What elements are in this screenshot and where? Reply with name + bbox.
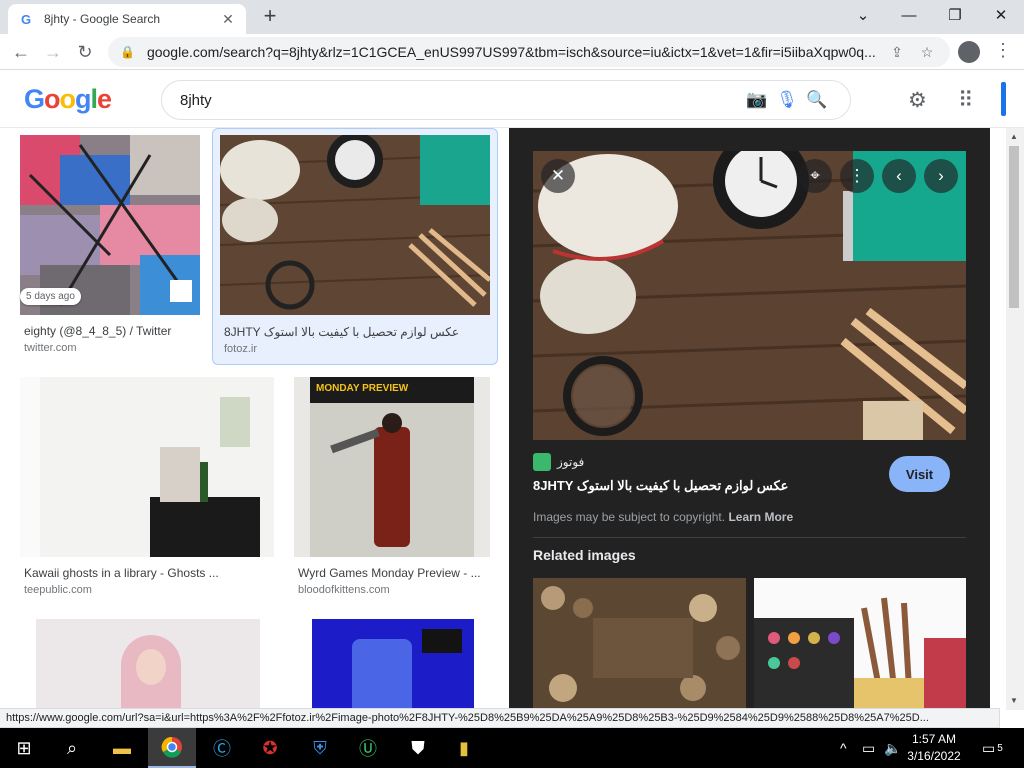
result-caption[interactable]: 8JHTY عکس لوازم تحصیل با کیفیت بالا استو… — [224, 325, 490, 339]
new-tab-icon[interactable]: + — [258, 5, 282, 29]
clock-time: 1:57 AM — [911, 732, 957, 746]
chrome-icon[interactable] — [148, 728, 196, 768]
learn-more-link[interactable]: Learn More — [728, 510, 793, 524]
update-app-icon[interactable]: Ⓤ — [344, 728, 392, 768]
google-logo[interactable]: Google — [24, 84, 112, 115]
windows-start-icon[interactable]: ⊞ — [0, 728, 48, 768]
minimize-icon[interactable]: — — [886, 0, 932, 30]
preview-title[interactable]: 8JHTY عکس لوازم تحصیل با کیفیت بالا استو… — [533, 478, 788, 494]
clock-date: 3/16/2022 — [907, 749, 961, 763]
result-source[interactable]: twitter.com — [24, 342, 77, 354]
result-card[interactable]: MONDAY PREVIEW Wyrd Games Monday Preview… — [292, 374, 498, 600]
image-preview-panel: ✕ ⌖ ⋮ ‹ › فوتوز 8JHTY عکس لوازم تحصیل با… — [509, 128, 990, 710]
close-window-icon[interactable]: ✕ — [978, 0, 1024, 30]
chrome-favicon: G — [20, 11, 32, 27]
forward-icon[interactable]: → — [40, 39, 66, 65]
next-image-icon[interactable]: › — [924, 159, 958, 193]
notifications-icon[interactable]: ▭ 5 — [982, 728, 1003, 768]
more-options-icon[interactable]: ⋮ — [840, 159, 874, 193]
mic-icon[interactable]: 🎙 — [772, 90, 802, 110]
scroll-thumb[interactable] — [1009, 146, 1019, 308]
visit-button[interactable]: Visit — [889, 456, 950, 492]
network-icon[interactable]: ▭ — [862, 728, 875, 768]
result-card-selected[interactable]: 8JHTY عکس لوازم تحصیل با کیفیت بالا استو… — [212, 128, 498, 365]
result-source[interactable]: bloodofkittens.com — [298, 584, 390, 596]
previous-image-icon[interactable]: ‹ — [882, 159, 916, 193]
tray-chevron-icon[interactable]: ^ — [840, 728, 847, 768]
taskbar-search-icon[interactable]: ⌕ — [48, 728, 96, 768]
result-thumbnail[interactable]: MONDAY PREVIEW — [294, 377, 490, 557]
page-scrollbar[interactable]: ▲ ▼ — [1006, 128, 1024, 710]
file-explorer-icon[interactable]: ▬ — [98, 728, 146, 768]
back-icon[interactable]: ← — [8, 39, 34, 65]
preview-site[interactable]: فوتوز — [533, 453, 584, 471]
result-source[interactable]: teepublic.com — [24, 584, 92, 596]
date-badge: 5 days ago — [20, 288, 81, 305]
browser-tab[interactable]: G 8jhty - Google Search ✕ — [8, 4, 246, 34]
system-clock[interactable]: 1:57 AM 3/16/2022 — [900, 731, 968, 765]
result-thumbnail[interactable] — [36, 619, 260, 710]
notification-count: 5 — [997, 742, 1003, 754]
scroll-up-icon[interactable]: ▲ — [1010, 132, 1018, 141]
scroll-down-icon[interactable]: ▼ — [1010, 696, 1018, 705]
reload-icon[interactable]: ↻ — [72, 39, 98, 65]
bookmark-star-icon[interactable]: ☆ — [916, 44, 938, 61]
lens-search-icon[interactable]: ⌖ — [798, 159, 832, 193]
tab-search-chevron-icon[interactable]: ⌄ — [840, 0, 886, 30]
restore-icon[interactable]: ❐ — [932, 0, 978, 30]
result-caption[interactable]: Kawaii ghosts in a library - Ghosts ... — [24, 566, 264, 580]
status-url-bar: https://www.google.com/url?sa=i&url=http… — [0, 708, 1000, 728]
windows-taskbar: ⊞ ⌕ ▬ Ⓒ ✪ ⛨ Ⓤ ⛊ ▮ ^ ▭ 🔈 1:57 AM 3/16/202… — [0, 728, 1024, 768]
settings-gear-icon[interactable]: ⚙ — [908, 88, 927, 113]
image-results-grid: 5 days ago eighty (@8_4_8_5) / Twitter t… — [0, 128, 508, 710]
browser-toolbar: ← → ↻ 🔒 google.com/search?q=8jhty&rlz=1C… — [0, 34, 1024, 70]
site-name: فوتوز — [557, 455, 585, 469]
volume-icon[interactable]: 🔈 — [884, 728, 901, 768]
menu-icon[interactable]: ⋮ — [994, 40, 1012, 61]
close-preview-icon[interactable]: ✕ — [541, 159, 575, 193]
monday-preview-banner: MONDAY PREVIEW — [316, 383, 409, 394]
result-thumbnail[interactable] — [220, 135, 490, 315]
result-source[interactable]: fotoz.ir — [224, 343, 257, 355]
site-favicon-icon — [533, 453, 551, 471]
sign-in-edge — [1001, 82, 1006, 116]
shield-app-icon[interactable]: ⛨ — [296, 728, 344, 768]
result-card[interactable] — [16, 616, 278, 710]
lock-icon[interactable]: 🔒 — [120, 45, 135, 59]
copyright-notice: Images may be subject to copyright. Lear… — [533, 510, 793, 524]
result-card[interactable]: Kawaii ghosts in a library - Ghosts ... … — [16, 374, 278, 600]
security-app-icon[interactable]: ✪ — [246, 728, 294, 768]
result-thumbnail[interactable] — [20, 377, 274, 557]
preview-image[interactable] — [533, 151, 966, 440]
search-icon[interactable]: 🔍 — [802, 90, 832, 110]
close-tab-icon[interactable]: ✕ — [220, 11, 236, 28]
result-caption[interactable]: Wyrd Games Monday Preview - ... — [298, 566, 488, 580]
related-image[interactable] — [533, 578, 746, 710]
search-box[interactable]: 8jhty 📷 🎙 🔍 — [161, 80, 851, 120]
result-caption[interactable]: eighty (@8_4_8_5) / Twitter — [24, 324, 200, 338]
tab-title: 8jhty - Google Search — [44, 12, 161, 26]
archive-app-icon[interactable]: ▮ — [440, 728, 488, 768]
share-icon[interactable]: ⇪ — [886, 44, 908, 61]
url-text[interactable]: google.com/search?q=8jhty&rlz=1C1GCEA_en… — [147, 44, 878, 60]
related-image[interactable] — [754, 578, 966, 710]
divider — [533, 537, 966, 538]
ccleaner-icon[interactable]: Ⓒ — [198, 728, 246, 768]
google-header: Google 8jhty 📷 🎙 🔍 ⚙ ⠿ — [0, 70, 1024, 128]
copyright-text: Images may be subject to copyright. — [533, 510, 726, 524]
result-card[interactable]: 5 days ago eighty (@8_4_8_5) / Twitter t… — [16, 132, 206, 358]
address-bar[interactable]: 🔒 google.com/search?q=8jhty&rlz=1C1GCEA_… — [108, 37, 950, 67]
related-images-heading: Related images — [533, 547, 636, 563]
profile-icon[interactable] — [958, 41, 980, 63]
apps-grid-icon[interactable]: ⠿ — [958, 88, 973, 113]
title-bar: G 8jhty - Google Search ✕ + ⌄ — ❐ ✕ — [0, 0, 1024, 34]
result-thumbnail[interactable] — [312, 619, 474, 710]
windows-security-icon[interactable]: ⛊ — [394, 728, 442, 768]
camera-icon[interactable]: 📷 — [742, 90, 772, 110]
result-card[interactable] — [292, 616, 498, 710]
search-input[interactable]: 8jhty — [180, 92, 742, 109]
